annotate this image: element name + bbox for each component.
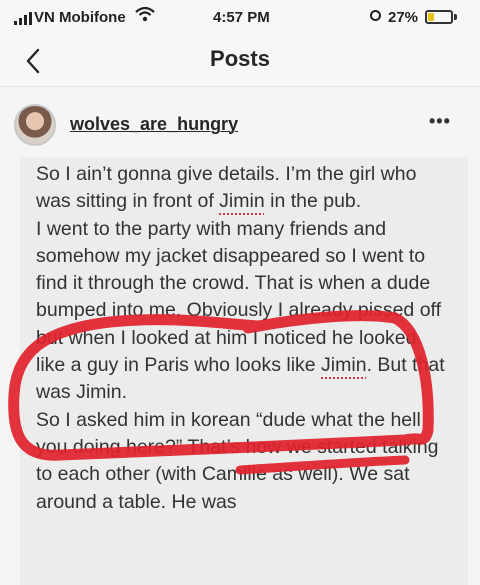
battery-icon: [425, 10, 453, 24]
signal-icon: [14, 12, 32, 25]
caption-text-3: . But that was Jimin. So I asked him in …: [36, 354, 445, 513]
caption-text-2: in the pub. I went to the party with man…: [36, 190, 442, 377]
battery-fill: [428, 13, 434, 21]
status-bar: VN Mobifone 4:57 PM 27%: [0, 0, 480, 36]
more-options-icon[interactable]: •••: [429, 111, 451, 132]
caption-mention-jimin: Jimin: [219, 190, 265, 213]
post-caption-area: So I ain’t gonna give details. I’m the g…: [20, 157, 468, 585]
page-title: Posts: [210, 46, 270, 71]
clock-time: 4:57 PM: [213, 9, 270, 26]
caption-mention-jimin: Jimin: [321, 354, 367, 377]
battery-percent: 27%: [388, 9, 419, 26]
battery-tip: [454, 14, 457, 20]
post-header: wolves_are_hungry •••: [0, 87, 480, 157]
nav-bar: Posts: [0, 36, 480, 87]
carrier-name: VN Mobifone: [34, 9, 126, 26]
post-username[interactable]: wolves_are_hungry: [70, 114, 238, 135]
wifi-icon: [135, 6, 155, 22]
post-caption: So I ain’t gonna give details. I’m the g…: [36, 161, 448, 516]
avatar[interactable]: [14, 104, 56, 146]
alarm-icon: [370, 10, 381, 21]
